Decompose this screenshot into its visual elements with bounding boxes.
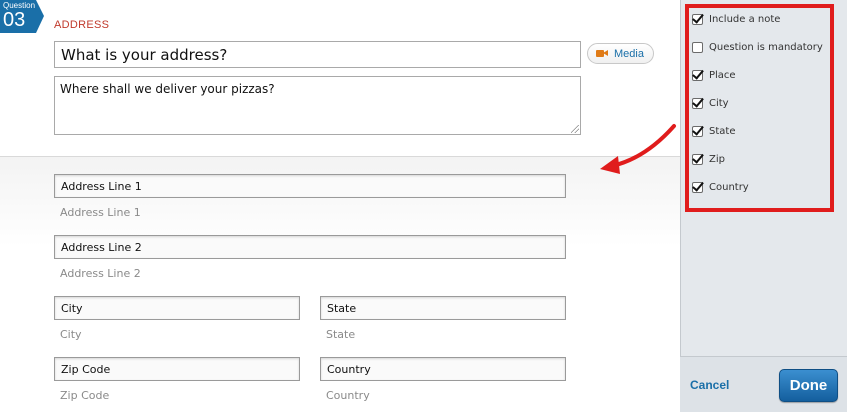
city-field[interactable]: City [54,296,300,320]
question-title-input[interactable]: What is your address? [54,41,581,68]
question-number-badge: Question 03 [0,0,44,33]
red-arrow-icon [600,124,676,174]
video-camera-icon [596,49,608,58]
address-line-2-field[interactable]: Address Line 2 [54,235,566,259]
address-line-2-hint: Address Line 2 [60,267,141,280]
country-field[interactable]: Country [320,357,566,381]
resize-grip-icon[interactable] [571,125,579,133]
media-button-label: Media [614,47,644,60]
question-description-textarea[interactable]: Where shall we deliver your pizzas? [54,76,581,135]
question-type-label: ADDRESS [54,19,110,31]
zip-code-field[interactable]: Zip Code [54,357,300,381]
state-field[interactable]: State [320,296,566,320]
question-description-text: Where shall we deliver your pizzas? [60,82,275,96]
cancel-button[interactable]: Cancel [690,378,729,392]
media-button[interactable]: Media [587,43,654,64]
country-hint: Country [326,389,370,402]
done-button[interactable]: Done [779,369,838,402]
address-line-1-hint: Address Line 1 [60,206,141,219]
options-highlight-box [685,4,834,212]
address-line-1-field[interactable]: Address Line 1 [54,174,566,198]
zip-code-hint: Zip Code [60,389,110,402]
question-badge-number: 03 [3,9,26,31]
state-hint: State [326,328,356,341]
city-hint: City [60,328,82,341]
